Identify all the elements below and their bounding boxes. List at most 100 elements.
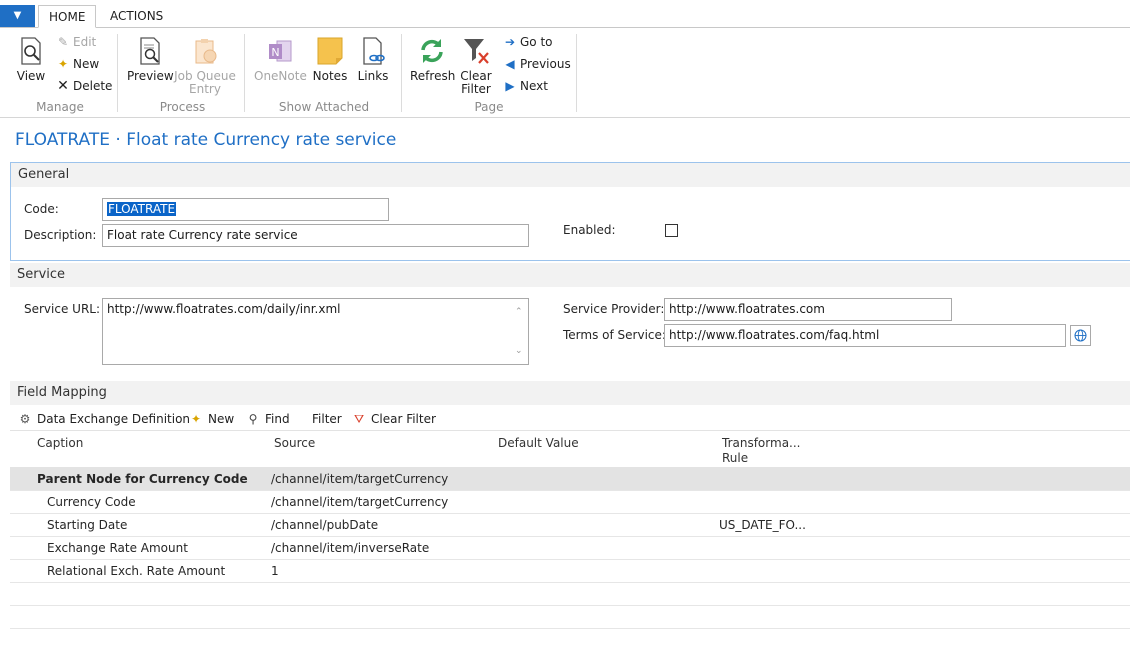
divider (244, 34, 245, 112)
edit-button[interactable]: ✎ Edit (56, 33, 96, 51)
refresh-button[interactable]: Refresh (410, 36, 456, 83)
enabled-checkbox[interactable] (665, 224, 678, 237)
gears-icon: ⚙ (19, 412, 31, 426)
preview-icon (135, 36, 165, 66)
delete-icon: ✕ (57, 78, 69, 94)
service-provider-field[interactable]: http://www.floatrates.com (664, 298, 952, 321)
clear-filter-icon (461, 36, 491, 66)
table-row-empty[interactable] (10, 606, 1130, 629)
group-label-show-attached: Show Attached (278, 100, 370, 114)
ribbon: View ✎ Edit ✦ New ✕ Delete Manage Preview J… (0, 27, 1130, 118)
column-header-default-value[interactable]: Default Value (498, 436, 579, 451)
next-button[interactable]: ▶ Next (503, 77, 548, 95)
table-row[interactable]: Relational Exch. Rate Amount 1 (10, 560, 1130, 583)
delete-label: Delete (73, 79, 113, 93)
chevron-down-icon: ▼ (13, 10, 22, 21)
column-header-transformation-line-1: Transforma... (722, 436, 801, 450)
clear-filter-line-button[interactable]: ⛛ Clear Filter (351, 409, 436, 429)
globe-icon (1074, 329, 1087, 342)
field-mapping-header[interactable]: Field Mapping (10, 381, 1130, 405)
open-url-button[interactable] (1070, 325, 1091, 346)
row-caption: Currency Code (47, 495, 136, 509)
row-source: /channel/pubDate (271, 518, 379, 532)
service-provider-label: Service Provider: (563, 302, 665, 316)
code-label: Code: (24, 202, 59, 216)
new-line-button[interactable]: ✦ New (188, 409, 234, 429)
job-queue-icon (190, 36, 220, 66)
edit-label: Edit (73, 35, 97, 49)
row-source: 1 (271, 564, 279, 578)
table-row[interactable]: Starting Date /channel/pubDate US_DATE_F… (10, 514, 1130, 537)
code-field[interactable]: FLOATRATE (102, 198, 389, 221)
job-queue-label-2: Entry (189, 82, 221, 96)
tab-actions[interactable]: ACTIONS (100, 5, 173, 28)
delete-button[interactable]: ✕ Delete (56, 77, 112, 95)
refresh-label: Refresh (410, 69, 456, 83)
refresh-icon (417, 36, 447, 66)
go-to-button[interactable]: ➔ Go to (503, 33, 553, 51)
onenote-label: OneNote (254, 69, 307, 83)
preview-button[interactable]: Preview (127, 36, 174, 83)
clear-filter-button[interactable]: Clear Filter (458, 36, 494, 96)
table-row[interactable]: Exchange Rate Amount /channel/item/inver… (10, 537, 1130, 560)
row-caption: Starting Date (47, 518, 128, 532)
filter-button[interactable]: Filter (312, 409, 342, 429)
table-row-empty[interactable] (10, 583, 1130, 606)
group-label-process: Process (159, 100, 206, 114)
description-label: Description: (24, 228, 97, 242)
next-label: Next (520, 79, 548, 93)
row-source: /channel/item/targetCurrency (271, 472, 449, 486)
new-label: New (73, 57, 100, 71)
previous-label: Previous (520, 57, 571, 71)
column-header-transformation-rule[interactable]: Transforma... Rule (722, 436, 801, 466)
page-title: FLOATRATE · Float rate Currency rate ser… (15, 130, 397, 150)
links-label: Links (357, 69, 389, 83)
column-header-caption[interactable]: Caption (37, 436, 83, 451)
table-row[interactable]: Parent Node for Currency Code /channel/i… (10, 468, 1130, 491)
arrow-right-icon: ➔ (504, 35, 516, 49)
new-document-icon: ✦ (57, 57, 69, 71)
service-header[interactable]: Service (10, 263, 1130, 287)
previous-button[interactable]: ◀ Previous (503, 55, 571, 73)
divider (576, 34, 577, 112)
app-menu-button[interactable]: ▼ (0, 5, 35, 27)
view-button[interactable]: View (14, 36, 48, 83)
links-button[interactable]: Links (356, 36, 390, 83)
notes-icon (315, 36, 345, 66)
terms-of-service-field[interactable]: http://www.floatrates.com/faq.html (664, 324, 1066, 347)
row-source: /channel/item/targetCurrency (271, 495, 449, 509)
onenote-icon: N (265, 36, 295, 66)
column-header-source[interactable]: Source (274, 436, 315, 451)
tab-home[interactable]: HOME (38, 5, 97, 28)
description-field[interactable]: Float rate Currency rate service (102, 224, 529, 247)
notes-label: Notes (312, 69, 348, 83)
new-document-icon: ✦ (190, 412, 202, 426)
find-button[interactable]: ⚲ Find (245, 409, 290, 429)
new-button[interactable]: ✦ New (56, 55, 99, 73)
pencil-icon: ✎ (57, 35, 69, 49)
notes-button[interactable]: Notes (312, 36, 348, 83)
row-caption: Relational Exch. Rate Amount (47, 564, 226, 578)
row-caption: Exchange Rate Amount (47, 541, 188, 555)
clear-filter-line-label: Clear Filter (371, 412, 436, 426)
row-caption: Parent Node for Currency Code (37, 472, 248, 486)
row-source: /channel/item/inverseRate (271, 541, 430, 555)
scroll-down-icon[interactable]: ⌄ (515, 341, 523, 361)
svg-text:N: N (271, 46, 279, 59)
code-value: FLOATRATE (107, 202, 177, 216)
onenote-button[interactable]: N OneNote (254, 36, 307, 83)
service-url-scrollbar[interactable]: ⌃ ⌄ (513, 300, 527, 363)
scroll-up-icon[interactable]: ⌃ (515, 302, 523, 322)
divider (10, 430, 1130, 431)
general-header[interactable]: General (11, 163, 1130, 187)
service-url-label: Service URL: (24, 302, 101, 316)
triangle-right-icon: ▶ (505, 79, 515, 93)
view-icon (16, 36, 46, 66)
column-header-transformation-line-2: Rule (722, 451, 749, 465)
table-row[interactable]: Currency Code /channel/item/targetCurren… (10, 491, 1130, 514)
clear-filter-label-2: Filter (461, 82, 491, 96)
service-url-field[interactable]: http://www.floatrates.com/daily/inr.xml … (102, 298, 529, 365)
job-queue-entry-button[interactable]: Job Queue Entry (174, 36, 236, 96)
clear-filter-icon: ⛛ (353, 412, 365, 426)
data-exchange-definition-button[interactable]: ⚙ Data Exchange Definition (17, 409, 190, 429)
